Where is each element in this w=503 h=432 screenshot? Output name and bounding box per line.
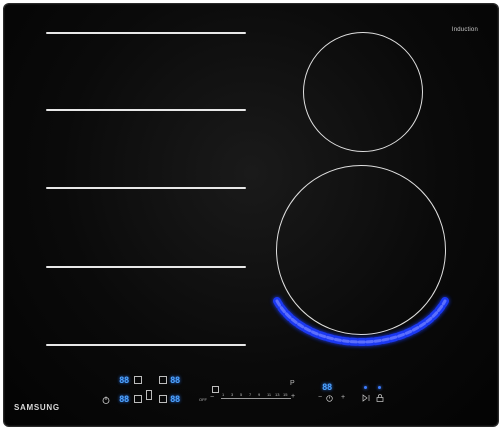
slider-tick-label: 1: [222, 392, 225, 397]
slider-tick-label: 15: [283, 392, 288, 397]
play-pause-icon[interactable]: [362, 394, 371, 402]
boost-label[interactable]: P: [290, 380, 295, 387]
slider-tick-label: 13: [275, 392, 280, 397]
zone-display-front-right: 88: [170, 376, 180, 386]
cooktop-surface: Induction SAMSUNG 88 88 88 88 OFF − 1 3 …: [4, 4, 498, 426]
power-level-slider[interactable]: [221, 398, 291, 399]
timer-icon[interactable]: [326, 395, 333, 402]
slider-minus-button[interactable]: −: [210, 394, 214, 401]
slider-plus-button[interactable]: +: [291, 393, 295, 400]
zone-display-rear-right: 88: [170, 395, 180, 405]
zone-select-icon[interactable]: [134, 395, 142, 403]
flex-zone-icon[interactable]: [146, 390, 152, 400]
slider-tick-label: 3: [231, 392, 234, 397]
slider-tick-label: 7: [249, 392, 252, 397]
zone-select-icon[interactable]: [159, 376, 167, 384]
slider-tick-label: 5: [240, 392, 243, 397]
slider-tick-label: 9: [258, 392, 261, 397]
indicator-light: [364, 386, 367, 389]
control-panel: 88 88 88 88 OFF − 1 3 5 7 9 11 13 15 P +…: [4, 4, 498, 426]
indicator-light: [378, 386, 381, 389]
timer-minus-button[interactable]: −: [318, 394, 322, 401]
off-label: OFF: [199, 397, 207, 402]
timer-display: 88: [322, 383, 332, 393]
slider-tick-label: 11: [267, 392, 272, 397]
pause-icon[interactable]: [212, 386, 219, 393]
zone-display-front-left: 88: [119, 376, 129, 386]
power-icon[interactable]: [102, 396, 110, 404]
timer-plus-button[interactable]: +: [341, 394, 345, 401]
zone-select-icon[interactable]: [134, 376, 142, 384]
lock-icon[interactable]: [376, 394, 384, 402]
zone-display-rear-left: 88: [119, 395, 129, 405]
zone-select-icon[interactable]: [159, 395, 167, 403]
